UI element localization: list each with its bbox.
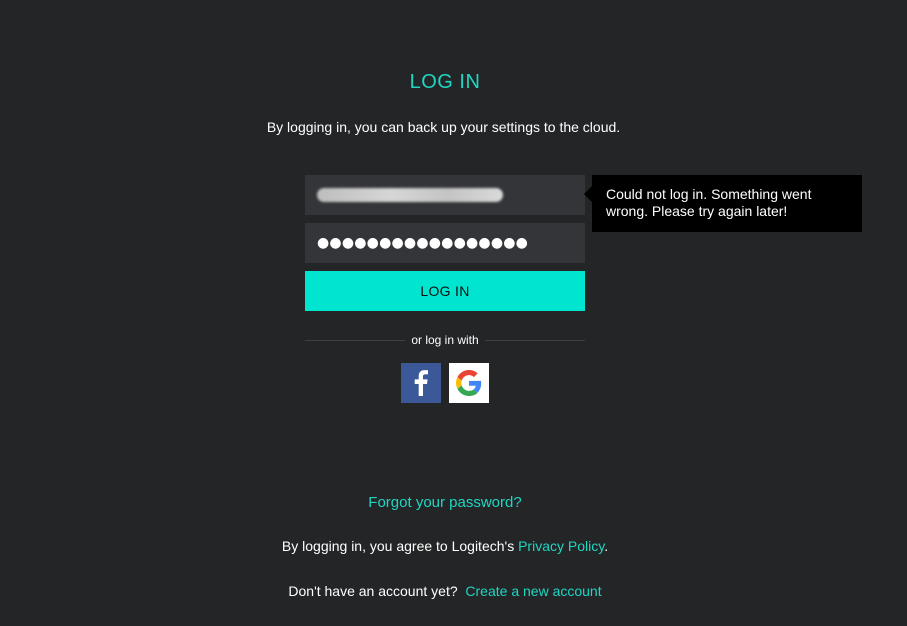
facebook-login-button[interactable] [401, 363, 441, 403]
divider-line-left [305, 339, 406, 341]
agree-suffix: . [604, 538, 609, 554]
login-button[interactable]: LOG IN [305, 271, 585, 311]
login-page: LOG IN By logging in, you can back up yo… [0, 0, 907, 626]
agree-text: By logging in, you agree to Logitech's [281, 538, 515, 554]
divider-line-right [484, 339, 585, 341]
signup-prompt: Don't have an account yet? Create a new … [0, 583, 890, 599]
google-login-button[interactable] [449, 363, 489, 403]
no-account-text: Don't have an account yet? [288, 583, 458, 599]
social-login-buttons [401, 363, 489, 403]
redacted-email-value [317, 188, 503, 202]
forgot-password-link[interactable]: Forgot your password? [0, 494, 890, 511]
password-mask: ●●●●●●●●●●●●●●●●● [317, 235, 529, 251]
error-tooltip-arrow [584, 186, 592, 202]
social-divider: or log in with [305, 332, 585, 348]
privacy-policy-link[interactable]: Privacy Policy [518, 538, 604, 554]
password-field[interactable]: ●●●●●●●●●●●●●●●●● [305, 223, 585, 263]
page-subtitle: By logging in, you can back up your sett… [266, 119, 621, 135]
create-account-link[interactable]: Create a new account [465, 583, 601, 599]
divider-text: or log in with [411, 333, 479, 347]
google-icon [456, 370, 482, 396]
facebook-icon [414, 370, 428, 396]
page-title: LOG IN [409, 71, 481, 93]
error-tooltip: Could not log in. Something went wrong. … [592, 175, 862, 232]
privacy-agreement: By logging in, you agree to Logitech's P… [0, 538, 890, 554]
email-field[interactable] [305, 175, 585, 215]
